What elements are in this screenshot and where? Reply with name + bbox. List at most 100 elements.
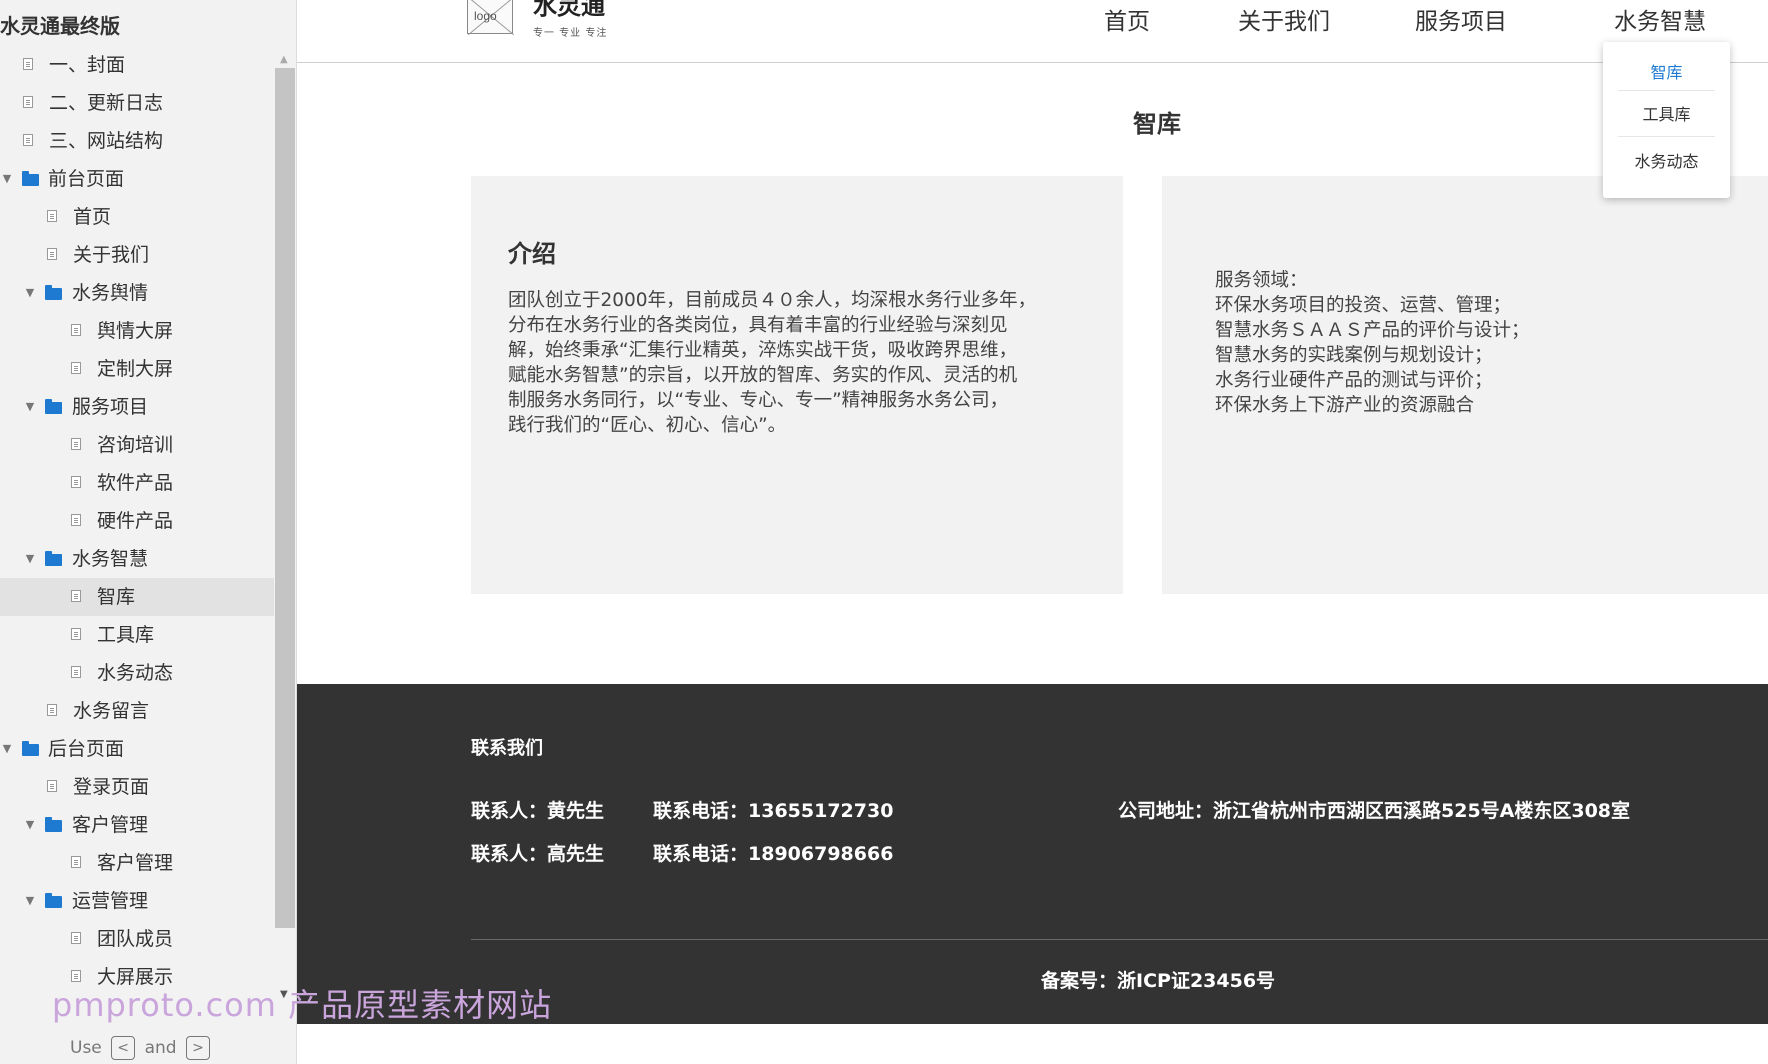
services-text-line: 服务领域： — [1215, 270, 1308, 291]
watermark: pmproto.com 产品原型素材网站 — [52, 986, 553, 1024]
page-icon — [71, 932, 81, 944]
sitemap-sidebar: 水灵通最终版 一、封面 二、更新日志 三、网站结构 ▼ 前台页面 首页 关于我们… — [0, 0, 297, 1064]
tree-item-label: 登录页面 — [73, 776, 150, 798]
tree-item-messages[interactable]: 水务留言 — [0, 692, 274, 730]
intro-text-line: 解，始终秉承“汇集行业精英，淬炼实战干货，吸收跨界思维， — [508, 340, 1018, 361]
tree-folder-operations[interactable]: ▼ 运营管理 — [0, 882, 274, 920]
tree-item-label: 三、网站结构 — [49, 130, 164, 152]
folder-icon — [45, 817, 62, 832]
scroll-up-icon[interactable]: ▲ — [280, 54, 288, 65]
tree-item-label: 水务舆情 — [72, 282, 149, 304]
chevron-down-icon[interactable]: ▼ — [23, 540, 37, 578]
dropdown-item-think-tank[interactable]: 智库 — [1603, 59, 1730, 83]
tree-item-custom-screen[interactable]: 定制大屏 — [0, 350, 274, 388]
tree-item-cover[interactable]: 一、封面 — [0, 46, 274, 84]
services-text-line: 智慧水务ＳＡＡＳ产品的评价与设计； — [1215, 320, 1530, 341]
tree-item-label: 咨询培训 — [97, 434, 174, 456]
tree-item-label: 硬件产品 — [97, 510, 174, 532]
intro-card: 介绍 团队创立于2000年，目前成员４０余人，均深根水务行业多年， 分布在水务行… — [471, 176, 1123, 594]
logo-image[interactable]: logo — [467, 0, 514, 35]
company-address: 公司地址：浙江省杭州市西湖区西溪路525号A楼东区308室 — [1118, 800, 1631, 822]
dropdown-item-toolkit[interactable]: 工具库 — [1603, 101, 1730, 125]
nav-home[interactable]: 首页 — [1104, 2, 1150, 36]
hint-and-text: and — [144, 1038, 177, 1058]
intro-text-line: 制服务水务同行，以“专业、专心、专一”精神服务水务公司， — [508, 390, 1009, 411]
tree-item-home[interactable]: 首页 — [0, 198, 274, 236]
page-icon — [71, 438, 81, 450]
tree-item-label: 智库 — [97, 586, 136, 608]
tree-item-toolkit[interactable]: 工具库 — [0, 616, 274, 654]
tree-folder-services[interactable]: ▼ 服务项目 — [0, 388, 274, 426]
sitemap-tree: 一、封面 二、更新日志 三、网站结构 ▼ 前台页面 首页 关于我们 ▼ 水务舆情… — [0, 46, 274, 996]
page-icon — [23, 134, 33, 146]
chevron-down-icon[interactable]: ▼ — [23, 274, 37, 312]
tree-folder-customers[interactable]: ▼ 客户管理 — [0, 806, 274, 844]
nav-smart-water[interactable]: 水务智慧 — [1614, 2, 1706, 36]
tree-item-team[interactable]: 团队成员 — [0, 920, 274, 958]
tree-item-label: 客户管理 — [72, 814, 149, 836]
footer-divider — [471, 939, 1768, 940]
nav-services[interactable]: 服务项目 — [1415, 2, 1507, 36]
tree-item-customer-mgmt[interactable]: 客户管理 — [0, 844, 274, 882]
page-icon — [71, 324, 81, 336]
tree-item-label: 二、更新日志 — [49, 92, 164, 114]
services-card: 服务领域： 环保水务项目的投资、运营、管理； 智慧水务ＳＡＡＳ产品的评价与设计；… — [1162, 176, 1768, 594]
site-footer: 联系我们 联系人：黄先生 联系电话：13655172730 联系人：高先生 联系… — [297, 684, 1768, 1024]
tree-item-login[interactable]: 登录页面 — [0, 768, 274, 806]
dropdown-divider — [1618, 136, 1715, 137]
contact-phone: 联系电话：18906798666 — [653, 843, 894, 865]
nav-about[interactable]: 关于我们 — [1238, 2, 1330, 36]
page-title: 智库 — [1133, 110, 1181, 138]
tree-item-label: 一、封面 — [49, 54, 126, 76]
page-icon — [23, 96, 33, 108]
page-icon — [47, 210, 57, 222]
icp-record: 备案号：浙ICP证23456号 — [1041, 970, 1276, 992]
tree-folder-backend[interactable]: ▼ 后台页面 — [0, 730, 274, 768]
next-key-icon: > — [185, 1036, 210, 1060]
folder-icon — [45, 399, 62, 414]
page-icon — [71, 666, 81, 678]
hint-use-text: Use — [70, 1038, 102, 1058]
tree-item-news[interactable]: 水务动态 — [0, 654, 274, 692]
tree-folder-smart-water[interactable]: ▼ 水务智慧 — [0, 540, 274, 578]
chevron-down-icon[interactable]: ▼ — [23, 388, 37, 426]
scrollbar-thumb[interactable] — [275, 68, 295, 928]
brand-slogan: 专一 专业 专注 — [533, 28, 608, 39]
tree-item-label: 前台页面 — [48, 168, 125, 190]
tree-item-label: 首页 — [73, 206, 112, 228]
tree-item-think-tank[interactable]: 智库 — [0, 578, 274, 616]
tree-item-changelog[interactable]: 二、更新日志 — [0, 84, 274, 122]
page-icon — [47, 780, 57, 792]
intro-text-line: 团队创立于2000年，目前成员４０余人，均深根水务行业多年， — [508, 290, 1037, 311]
page-icon — [47, 704, 57, 716]
tree-item-label: 定制大屏 — [97, 358, 174, 380]
chevron-down-icon[interactable]: ▼ — [23, 882, 37, 920]
tree-folder-public-opinion[interactable]: ▼ 水务舆情 — [0, 274, 274, 312]
contact-title: 联系我们 — [471, 738, 543, 759]
folder-icon — [45, 551, 62, 566]
intro-text-line: 践行我们的“匠心、初心、信心”。 — [508, 415, 787, 436]
chevron-down-icon[interactable]: ▼ — [23, 806, 37, 844]
chevron-down-icon[interactable]: ▼ — [0, 160, 14, 198]
tree-item-about[interactable]: 关于我们 — [0, 236, 274, 274]
tree-item-label: 舆情大屏 — [97, 320, 174, 342]
tree-folder-frontend[interactable]: ▼ 前台页面 — [0, 160, 274, 198]
page-icon — [71, 590, 81, 602]
tree-item-label: 后台页面 — [48, 738, 125, 760]
tree-item-consulting[interactable]: 咨询培训 — [0, 426, 274, 464]
tree-item-hardware[interactable]: 硬件产品 — [0, 502, 274, 540]
site-header: logo 水灵通 专一 专业 专注 首页 关于我们 服务项目 水务智慧 — [297, 0, 1768, 63]
dropdown-item-news[interactable]: 水务动态 — [1603, 148, 1730, 172]
sidebar-scrollbar[interactable]: ▲ ▼ — [274, 46, 296, 1006]
tree-item-software[interactable]: 软件产品 — [0, 464, 274, 502]
chevron-down-icon[interactable]: ▼ — [0, 730, 14, 768]
tree-item-site-structure[interactable]: 三、网站结构 — [0, 122, 274, 160]
services-text-line: 水务行业硬件产品的测试与评价； — [1215, 370, 1493, 391]
page-icon — [71, 628, 81, 640]
tree-item-label: 水务动态 — [97, 662, 174, 684]
folder-icon — [45, 893, 62, 908]
tree-item-label: 服务项目 — [72, 396, 149, 418]
tree-item-opinion-screen[interactable]: 舆情大屏 — [0, 312, 274, 350]
tree-item-label: 客户管理 — [97, 852, 174, 874]
page-icon — [47, 248, 57, 260]
